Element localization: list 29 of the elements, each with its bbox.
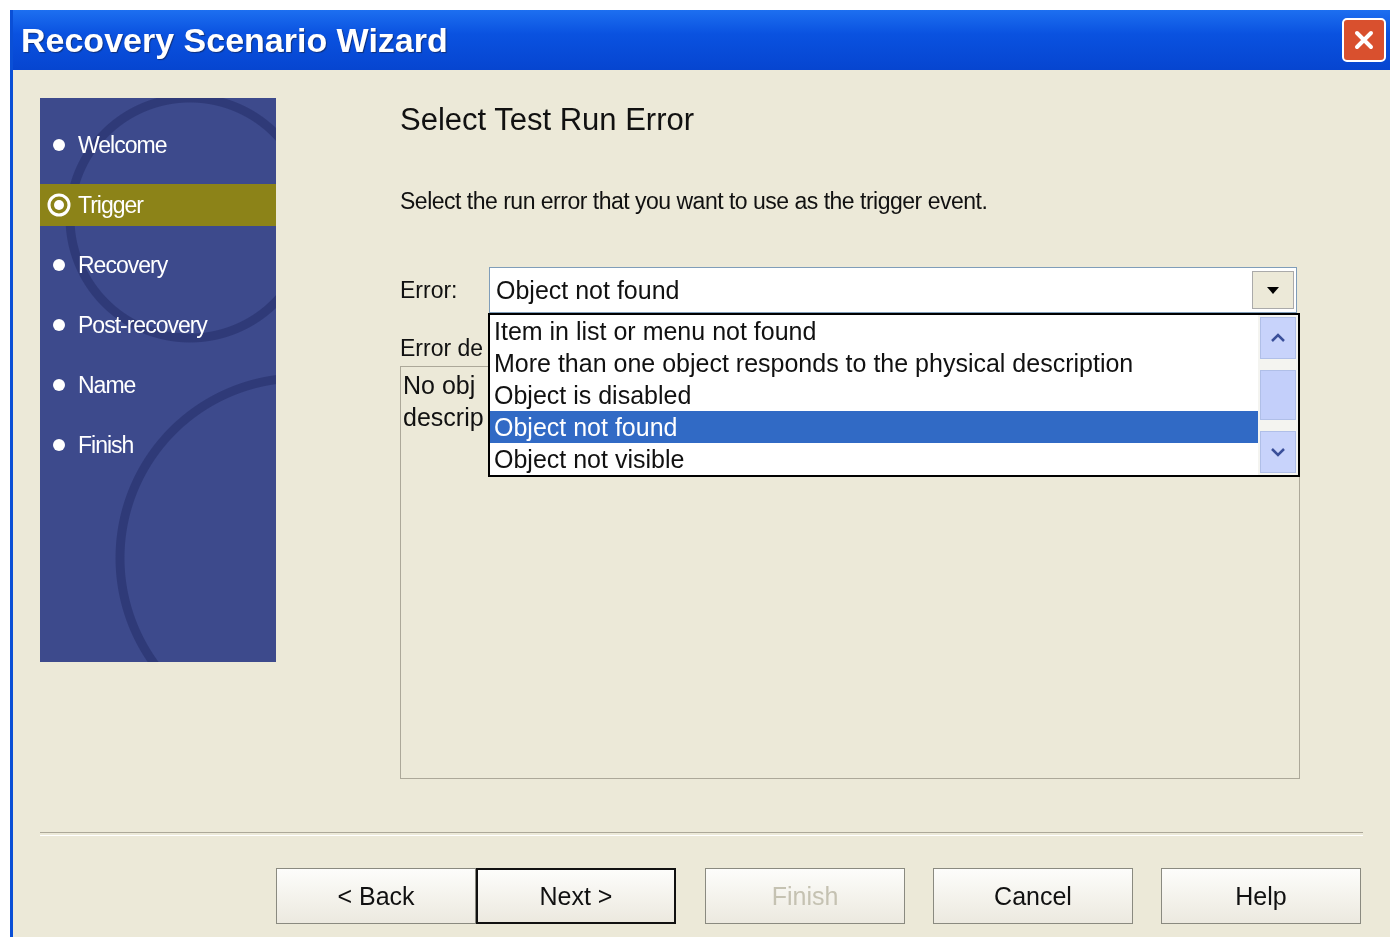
step-item: Trigger — [40, 184, 276, 226]
scroll-thumb[interactable] — [1260, 370, 1296, 420]
step-item: Welcome — [40, 124, 276, 166]
radio-icon — [46, 192, 72, 218]
dropdown-option[interactable]: More than one object responds to the physical description — [490, 347, 1258, 379]
step-item: Name — [40, 364, 276, 406]
page-heading: Select Test Run Error — [400, 102, 696, 138]
description-text: descrip — [403, 402, 484, 433]
close-button[interactable] — [1342, 18, 1386, 62]
dropdown-option[interactable]: Object not found — [490, 411, 1258, 443]
dropdown-option[interactable]: Item in list or menu not found — [490, 315, 1258, 347]
description-text: No obj — [403, 370, 476, 401]
wizard-button[interactable]: Cancel — [933, 868, 1133, 924]
step-item: Finish — [40, 424, 276, 466]
description-label: Error de — [400, 335, 484, 362]
dropdown-option[interactable]: Object is disabled — [490, 379, 1258, 411]
scrollbar[interactable] — [1258, 315, 1298, 475]
instruction-text: Select the run error that you want to use as the trigger event. — [400, 188, 989, 215]
wizard-button[interactable]: Next > — [476, 868, 676, 924]
error-dropdown[interactable]: Object not found — [489, 267, 1297, 313]
scroll-down-icon[interactable] — [1260, 431, 1296, 473]
window-title: Recovery Scenario Wizard — [21, 20, 448, 60]
wizard-button[interactable]: < Back — [276, 868, 476, 924]
scroll-up-icon[interactable] — [1260, 317, 1296, 359]
step-item: Recovery — [40, 244, 276, 286]
wizard-button[interactable]: Help — [1161, 868, 1361, 924]
dropdown-option[interactable]: Object not visible — [490, 443, 1258, 475]
step-item: Post-recovery — [40, 304, 276, 346]
error-label: Error: — [400, 276, 459, 304]
